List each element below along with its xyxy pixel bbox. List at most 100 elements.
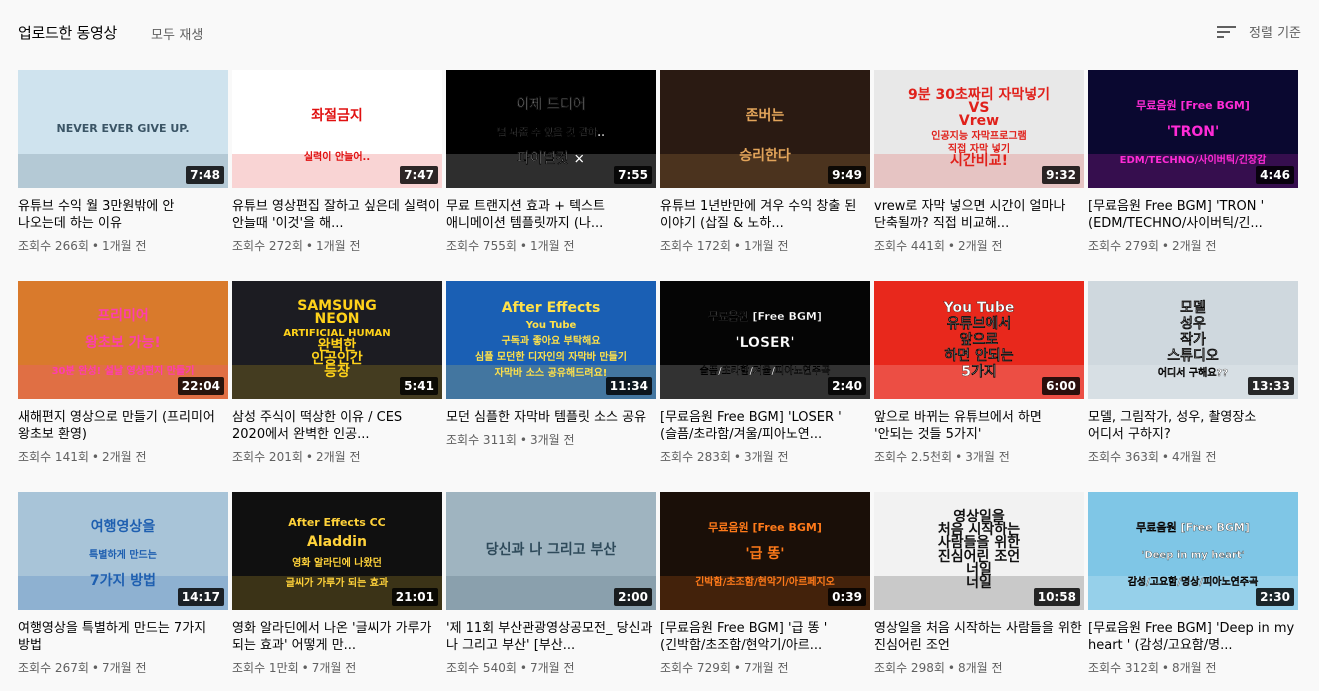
thumbnail-text: 감성/고요함/명상/피아노연주곡 [1128, 575, 1259, 588]
video-card[interactable]: 무료음원 [Free BGM] 'LOSER' 슬픔/초라함/겨울/피아노연주곡 2:… [660, 281, 870, 481]
video-card[interactable]: 모델 성우 작가 스튜디오 어디서 구해요?? 13:33 모델, 그림작가, 성우, 촬영… [1088, 281, 1298, 481]
video-thumbnail[interactable]: 프리미어 왕초보 가능! 30분 완성! 설날 영상편지 만들기 22:04 [18, 281, 228, 399]
video-thumbnail[interactable]: 이제 드디어 널 놔줄 수 있을 것 같아.. 파이널컷 × 7:55 [446, 70, 656, 188]
thumbnail-text: Aladdin [307, 534, 367, 550]
duration-badge: 14:17 [177, 588, 224, 606]
video-card[interactable]: 당신과 나 그리고 부산 2:00 '제 11회 부산관광영상공모전_ 당신과 나 … [446, 492, 656, 691]
view-count: 조회수 298회 [874, 661, 945, 675]
video-title-link[interactable]: 유튜브 수익 월 3만원밖에 안 나오는데 하는 이유 [18, 198, 226, 232]
video-thumbnail[interactable]: 무료음원 [Free BGM] '급 똥' 긴박함/초조함/현악기/아르페지오 0:3… [660, 492, 870, 610]
video-title-link[interactable]: vrew로 자막 넣으면 시간이 얼마나 단축될까? 직접 비교해... [874, 198, 1082, 232]
thumbnail-text: 무료음원 [Free BGM] [708, 309, 822, 323]
upload-age: 8개월 전 [1171, 661, 1217, 675]
video-title-link[interactable]: 여행영상을 특별하게 만드는 7가지 방법 [18, 620, 226, 654]
upload-age: 7개월 전 [743, 661, 789, 675]
video-thumbnail[interactable]: 여행영상을 특별하게 만드는 7가지 방법 14:17 [18, 492, 228, 610]
upload-age: 8개월 전 [957, 661, 1003, 675]
video-metadata: 조회수 2.5천회 • 3개월 전 [874, 449, 1084, 465]
separator-dot: • [1161, 239, 1169, 253]
video-card[interactable]: SAMSUNG NEON ARTIFICIAL HUMAN 완벽한 인공인간 등장 5:41… [232, 281, 442, 481]
video-card[interactable]: 존버는 승리한다 9:49 유튜브 1년반만에 겨우 수익 창출 된 이야기 (삽질 … [660, 70, 870, 270]
thumbnail-text: 왕초보 가능! [85, 335, 161, 351]
video-thumbnail[interactable]: After Effects CC Aladdin 영화 알라딘에 나왔던 글씨가 가루… [232, 492, 442, 610]
thumbnail-text: 글씨가 가루가 되는 효과 [286, 576, 389, 589]
view-count: 조회수 441회 [874, 239, 945, 253]
video-card[interactable]: 영상일을 처음 시작하는 사람들을 위한 진심어린 조언 너일 너일 10:58 영상일을 처… [874, 492, 1084, 691]
video-title-link[interactable]: 모던 심플한 자막바 템플릿 소스 공유 [446, 409, 654, 426]
thumbnail-text: 성우 [1180, 316, 1206, 332]
upload-age: 1개월 전 [743, 239, 789, 253]
thumbnail-text: 시간비교! [950, 152, 1008, 169]
thumbnail-text: 앞으로 [960, 332, 999, 348]
video-thumbnail[interactable]: 당신과 나 그리고 부산 2:00 [446, 492, 656, 610]
video-thumbnail[interactable]: 영상일을 처음 시작하는 사람들을 위한 진심어린 조언 너일 너일 10:58 [874, 492, 1084, 610]
sort-button[interactable]: 정렬 기준 [1217, 22, 1301, 41]
video-title-link[interactable]: [무료음원 Free BGM] 'TRON ' (EDM/TECHNO/사이버틱… [1088, 198, 1296, 232]
separator-dot: • [305, 450, 313, 464]
video-card[interactable]: 이제 드디어 널 놔줄 수 있을 것 같아.. 파이널컷 × 7:55 무료 트랜지션 … [446, 70, 656, 270]
video-thumbnail[interactable]: 무료음원 [Free BGM] 'LOSER' 슬픔/초라함/겨울/피아노연주곡 2:… [660, 281, 870, 399]
separator-dot: • [91, 450, 99, 464]
video-thumbnail[interactable]: 모델 성우 작가 스튜디오 어디서 구해요?? 13:33 [1088, 281, 1298, 399]
duration-badge: 2:40 [828, 377, 866, 395]
video-title-link[interactable]: [무료음원 Free BGM] 'LOSER ' (슬픔/초라함/겨울/피아노연… [660, 409, 868, 443]
upload-age: 1개월 전 [101, 239, 147, 253]
video-card[interactable]: 무료음원 [Free BGM] '급 똥' 긴박함/초조함/현악기/아르페지오 0:3… [660, 492, 870, 691]
video-title-link[interactable]: 유튜브 영상편집 잘하고 싶은데 실력이 안늘때 '이것'을 해... [232, 198, 440, 232]
upload-age: 1개월 전 [529, 239, 575, 253]
video-thumbnail[interactable]: You Tube 유튜브에서 앞으로 하면 안되는 5가지 6:00 [874, 281, 1084, 399]
video-title-link[interactable]: [무료음원 Free BGM] '급 똥 ' (긴박함/초조함/현악기/아르..… [660, 620, 868, 654]
video-card[interactable]: 여행영상을 특별하게 만드는 7가지 방법 14:17 여행영상을 특별하게 만드는 7… [18, 492, 228, 691]
duration-badge: 9:32 [1042, 166, 1080, 184]
video-thumbnail[interactable]: 9분 30초짜리 자막넣기 VS Vrew 인공지능 자막프로그램 직접 자막 넣기 시간… [874, 70, 1084, 188]
video-title-link[interactable]: 영화 알라딘에서 나온 '글씨가 가루가 되는 효과' 어떻게 만... [232, 620, 440, 654]
separator-dot: • [947, 661, 955, 675]
video-card[interactable]: You Tube 유튜브에서 앞으로 하면 안되는 5가지 6:00 앞으로 바뀌는 유튜브… [874, 281, 1084, 481]
video-thumbnail[interactable]: After Effects You Tube 구독과 좋아요 부탁해요 심플 모던한 … [446, 281, 656, 399]
video-title-link[interactable]: [무료음원 Free BGM] 'Deep in my heart ' (감성/… [1088, 620, 1296, 654]
video-thumbnail[interactable]: SAMSUNG NEON ARTIFICIAL HUMAN 완벽한 인공인간 등장 5:41 [232, 281, 442, 399]
video-title-link[interactable]: 삼성 주식이 떡상한 이유 / CES 2020에서 완벽한 인공... [232, 409, 440, 443]
video-thumbnail[interactable]: 좌절금지 실력이 안늘어.. 7:47 [232, 70, 442, 188]
play-all-button[interactable]: 모두 재생 [151, 24, 203, 43]
thumbnail-text: 여행영상을 [91, 518, 156, 535]
separator-dot: • [519, 433, 527, 447]
video-card[interactable]: 좌절금지 실력이 안늘어.. 7:47 유튜브 영상편집 잘하고 싶은데 실력이 안늘… [232, 70, 442, 270]
video-title-link[interactable]: '제 11회 부산관광영상공모전_ 당신과 나 그리고 부산' [부산... [446, 620, 654, 654]
thumbnail-text: 프리미어 [97, 307, 149, 324]
thumbnail-text: 5가지 [961, 364, 997, 380]
video-metadata: 조회수 312회 • 8개월 전 [1088, 660, 1298, 676]
video-card[interactable]: 9분 30초짜리 자막넣기 VS Vrew 인공지능 자막프로그램 직접 자막 넣기 시간… [874, 70, 1084, 270]
thumbnail-text: Vrew [959, 113, 999, 129]
video-card[interactable]: After Effects You Tube 구독과 좋아요 부탁해요 심플 모던한 … [446, 281, 656, 481]
video-title-link[interactable]: 유튜브 1년반만에 겨우 수익 창출 된 이야기 (삽질 & 노하... [660, 198, 868, 232]
duration-badge: 6:00 [1042, 377, 1080, 395]
video-thumbnail[interactable]: 무료음원 [Free BGM] 'Deep in my heart' 감성/고요함/… [1088, 492, 1298, 610]
thumbnail-text: NEON [315, 311, 360, 327]
video-card[interactable]: 무료음원 [Free BGM] 'TRON' EDM/TECHNO/사이버틱/긴장감… [1088, 70, 1298, 270]
video-card[interactable]: NEVER EVER GIVE UP. 7:48 유튜브 수익 월 3만원밖에 안 … [18, 70, 228, 270]
thumbnail-text: 작가 [1180, 331, 1206, 348]
video-title-link[interactable]: 영상일을 처음 시작하는 사람들을 위한 진심어린 조언 [874, 620, 1082, 654]
video-thumbnail[interactable]: NEVER EVER GIVE UP. 7:48 [18, 70, 228, 188]
thumbnail-text: NEVER EVER GIVE UP. [56, 122, 189, 135]
view-count: 조회수 201회 [232, 450, 303, 464]
video-thumbnail[interactable]: 무료음원 [Free BGM] 'TRON' EDM/TECHNO/사이버틱/긴장감… [1088, 70, 1298, 188]
thumbnail-text: 하면 안되는 [944, 347, 1013, 364]
video-title-link[interactable]: 앞으로 바뀌는 유튜브에서 하면 '안되는 것들 5가지' [874, 409, 1082, 443]
video-card[interactable]: After Effects CC Aladdin 영화 알라딘에 나왔던 글씨가 가루… [232, 492, 442, 691]
video-card[interactable]: 프리미어 왕초보 가능! 30분 완성! 설날 영상편지 만들기 22:04 새해편지 … [18, 281, 228, 481]
thumbnail-text: 인공지능 자막프로그램 [931, 129, 1026, 142]
thumbnail-text: 구독과 좋아요 부탁해요 [502, 334, 601, 347]
view-count: 조회수 283회 [660, 450, 731, 464]
video-title-link[interactable]: 모델, 그림작가, 성우, 촬영장소 어디서 구하지? [1088, 409, 1296, 443]
video-title-link[interactable]: 무료 트랜지션 효과 + 텍스트 애니메이션 템플릿까지 (나... [446, 198, 654, 232]
video-card[interactable]: 무료음원 [Free BGM] 'Deep in my heart' 감성/고요함/… [1088, 492, 1298, 691]
video-title-link[interactable]: 새해편지 영상으로 만들기 (프리미어 왕초보 환영) [18, 409, 226, 443]
thumbnail-text: '급 똥' [745, 546, 784, 562]
thumbnail-text: 무료음원 [Free BGM] [708, 520, 822, 534]
thumbnail-text: 슬픔/초라함/겨울/피아노연주곡 [700, 364, 831, 377]
video-thumbnail[interactable]: 존버는 승리한다 9:49 [660, 70, 870, 188]
separator-dot: • [955, 450, 963, 464]
view-count: 조회수 141회 [18, 450, 89, 464]
